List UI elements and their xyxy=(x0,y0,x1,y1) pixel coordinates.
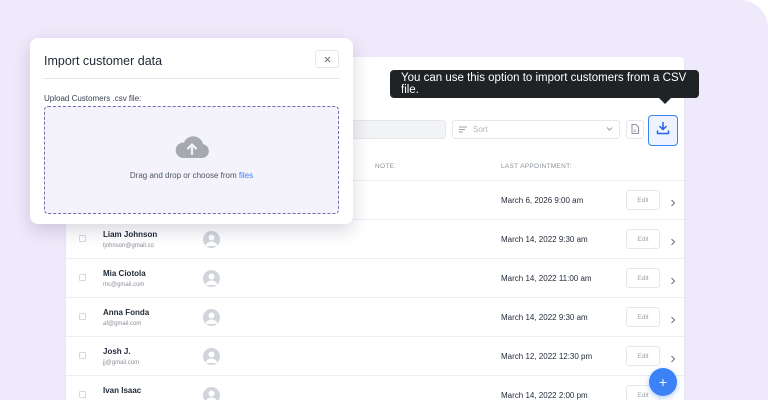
row-checkbox[interactable] xyxy=(79,352,86,359)
appointment-date: March 12, 2022 12:30 pm xyxy=(501,352,593,361)
row-checkbox[interactable] xyxy=(79,391,86,398)
import-modal: Import customer data Upload Customers .c… xyxy=(30,38,353,224)
export-csv-button[interactable] xyxy=(626,120,644,139)
row-checkbox[interactable] xyxy=(79,274,86,281)
chevron-right-icon[interactable] xyxy=(670,311,676,329)
download-icon xyxy=(656,121,670,140)
customer-email: af@gmail.com xyxy=(103,321,142,327)
chevron-right-icon[interactable] xyxy=(670,272,676,290)
chevron-down-icon xyxy=(606,125,613,134)
customer-name: Mia Ciotola xyxy=(103,269,146,278)
table-row[interactable]: Josh J. jj@gmail.com March 12, 2022 12:3… xyxy=(66,336,684,375)
file-csv-icon xyxy=(631,121,639,139)
appointment-date: March 14, 2022 9:30 am xyxy=(501,235,588,244)
customer-name: Ivan Isaac xyxy=(103,386,142,395)
avatar xyxy=(203,270,220,287)
appointment-date: March 14, 2022 2:00 pm xyxy=(501,391,588,400)
column-header-note: NOTE: xyxy=(375,163,397,170)
modal-title: Import customer data xyxy=(44,54,163,68)
upload-label: Upload Customers .csv file: xyxy=(44,94,142,103)
table-row[interactable]: Liam Johnson ljohnson@gmail.co March 14,… xyxy=(66,219,684,258)
avatar xyxy=(203,231,220,248)
table-row[interactable]: Mia Ciotola mc@gmail.com March 14, 2022 … xyxy=(66,258,684,297)
row-checkbox[interactable] xyxy=(79,235,86,242)
row-checkbox[interactable] xyxy=(79,313,86,320)
drop-hint-text: Drag and drop or choose from xyxy=(129,171,239,180)
tooltip-text: You can use this option to import custom… xyxy=(401,72,687,96)
chevron-right-icon[interactable] xyxy=(670,194,676,212)
avatar xyxy=(203,309,220,326)
column-header-last-appointment: LAST APPOINTMENT: xyxy=(501,163,572,170)
sort-placeholder: Sort xyxy=(473,125,488,134)
customer-email: jj@gmail.com xyxy=(103,360,140,366)
avatar xyxy=(203,348,220,365)
add-customer-button[interactable]: + xyxy=(649,368,677,396)
customer-name: Josh J. xyxy=(103,347,131,356)
appointment-date: March 14, 2022 9:30 am xyxy=(501,313,588,322)
edit-button[interactable]: Edit xyxy=(626,307,660,327)
choose-files-link[interactable]: files xyxy=(239,171,253,180)
close-button[interactable] xyxy=(315,50,339,68)
appointment-date: March 14, 2022 11:00 am xyxy=(501,274,592,283)
table-row[interactable]: Anna Fonda af@gmail.com March 14, 2022 9… xyxy=(66,297,684,336)
import-customers-button[interactable] xyxy=(648,115,678,146)
edit-button[interactable]: Edit xyxy=(626,268,660,288)
close-icon xyxy=(324,50,331,68)
edit-button[interactable]: Edit xyxy=(626,190,660,210)
modal-divider xyxy=(43,78,340,79)
chevron-right-icon[interactable] xyxy=(670,350,676,368)
table-row[interactable]: Ivan Isaac March 14, 2022 2:00 pm Edit xyxy=(66,375,684,400)
chevron-right-icon[interactable] xyxy=(670,233,676,251)
drop-hint: Drag and drop or choose from files xyxy=(45,171,338,180)
customer-email: mc@gmail.com xyxy=(103,282,145,288)
tooltip-arrow xyxy=(659,98,671,104)
customer-email: ljohnson@gmail.co xyxy=(103,243,154,249)
sort-select[interactable]: Sort xyxy=(452,120,620,139)
file-dropzone[interactable]: Drag and drop or choose from files xyxy=(44,106,339,214)
customer-name: Anna Fonda xyxy=(103,308,150,317)
appointment-date: March 6, 2026 9:00 am xyxy=(501,196,584,205)
sort-icon xyxy=(459,126,467,133)
avatar xyxy=(203,387,220,400)
import-tooltip: You can use this option to import custom… xyxy=(390,70,699,104)
edit-button[interactable]: Edit xyxy=(626,229,660,249)
search-input[interactable] xyxy=(338,120,446,139)
cloud-upload-icon xyxy=(174,132,210,165)
customer-name: Liam Johnson xyxy=(103,230,158,239)
edit-button[interactable]: Edit xyxy=(626,346,660,366)
